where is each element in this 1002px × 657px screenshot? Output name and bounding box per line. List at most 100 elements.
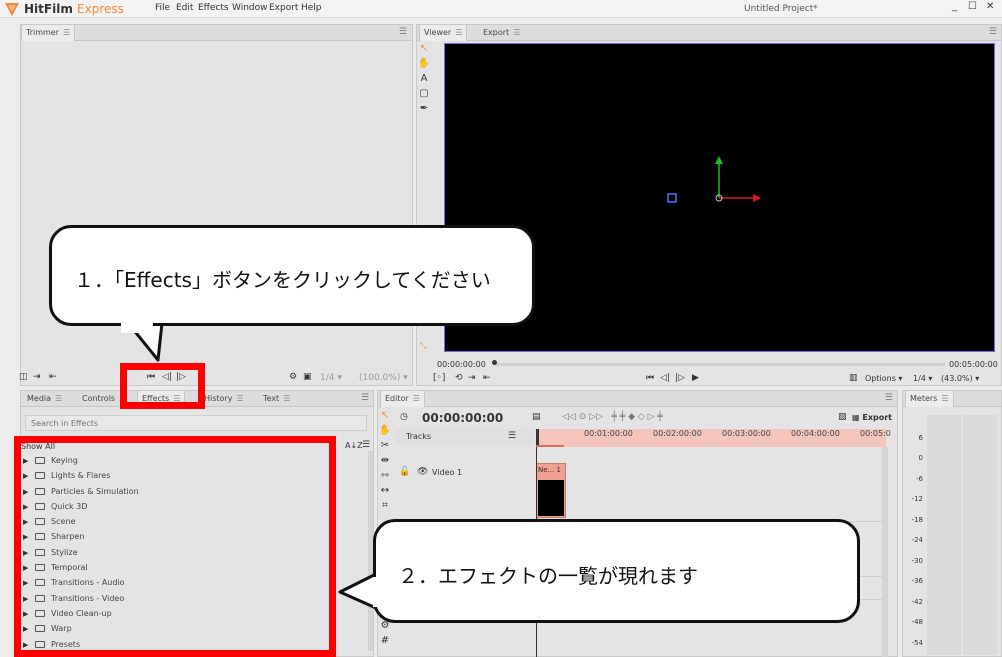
panel-menu-icon[interactable]: ☰: [361, 393, 369, 403]
text-tool-icon[interactable]: A: [417, 72, 431, 86]
list-view-icon[interactable]: ☰: [362, 440, 370, 450]
tab-controls-label: Controls: [82, 394, 116, 403]
render-icon[interactable]: ▧: [838, 412, 847, 422]
tab-history[interactable]: History ☰: [200, 391, 248, 407]
trimmer-set-in-icon[interactable]: ◫: [19, 372, 28, 382]
editor-transport-icons[interactable]: ◁◁ ⊙ ▷▷ ╪ ╪ ◆ ◇ ▷ ╪: [562, 412, 663, 422]
roll-tool-icon[interactable]: ↔: [378, 484, 392, 498]
viewer-overlay-icon[interactable]: ⇤: [483, 373, 491, 383]
menu-help[interactable]: Help: [301, 3, 322, 13]
viewer-options-label: Options: [865, 374, 896, 383]
panel-menu-icon[interactable]: ☰: [885, 393, 893, 403]
ruler-label: 00:03:00:00: [722, 429, 771, 438]
viewer-skip-start-icon[interactable]: ⏮: [646, 373, 654, 383]
mask-tool-icon[interactable]: ▢: [417, 87, 431, 101]
tab-menu-icon[interactable]: ☰: [455, 28, 462, 37]
tracks-header: Tracks ☰: [396, 429, 534, 445]
panel-menu-icon[interactable]: ☰: [989, 27, 997, 37]
tab-trimmer[interactable]: Trimmer ☰: [21, 25, 76, 41]
hand-tool-icon[interactable]: ✋: [378, 424, 392, 438]
video-clip[interactable]: Ne... 1: [536, 463, 566, 518]
tab-editor-label: Editor: [385, 394, 409, 403]
tab-menu-icon[interactable]: ☰: [63, 28, 70, 37]
tracks-menu-icon[interactable]: ☰: [508, 431, 516, 441]
tab-menu-icon[interactable]: ☰: [941, 394, 948, 403]
editor-export-button[interactable]: ▦ Export: [852, 413, 892, 422]
trimmer-percent[interactable]: (100.0%) ▾: [359, 373, 408, 383]
viewer-options-dropdown[interactable]: Options ▾: [865, 374, 902, 383]
viewer-step-forward-icon[interactable]: |▷: [675, 373, 685, 383]
tab-text[interactable]: Text ☰: [259, 391, 294, 407]
tab-editor[interactable]: Editor ☰: [380, 391, 425, 407]
editor-scrollbar[interactable]: [882, 447, 888, 657]
hand-tool-icon[interactable]: ✋: [417, 57, 431, 71]
ruler-label: 00:04:00:00: [791, 429, 840, 438]
new-sequence-icon[interactable]: ▤: [532, 412, 541, 422]
slip-tool-icon[interactable]: ⇹: [378, 454, 392, 468]
menu-window[interactable]: Window: [232, 3, 268, 13]
viewer-play-icon[interactable]: ▶: [692, 373, 699, 383]
tab-viewer[interactable]: Viewer ☰: [419, 25, 468, 41]
trimmer-zoom[interactable]: 1/4 ▾: [320, 373, 342, 383]
app-name-text: HitFilm: [24, 2, 73, 16]
razor-tool-icon[interactable]: ✂: [378, 439, 392, 453]
tab-menu-icon[interactable]: ☰: [513, 28, 520, 37]
viewer-export-frame-icon[interactable]: ⇥: [468, 373, 476, 383]
effects-search-input[interactable]: [25, 415, 367, 431]
viewer-tabbar: Viewer ☰ Export ☰ ☰: [417, 25, 1001, 41]
tab-menu-icon[interactable]: ☰: [413, 394, 420, 403]
viewer-step-back-icon[interactable]: ◁|: [660, 373, 670, 383]
visibility-eye-icon[interactable]: 👁: [417, 467, 428, 477]
pen-tool-icon[interactable]: ✒: [417, 102, 431, 116]
menu-export[interactable]: Export: [269, 3, 298, 13]
lock-icon[interactable]: 🔓: [399, 467, 410, 477]
sort-icon[interactable]: A↓Z: [345, 441, 363, 450]
tab-menu-icon[interactable]: ☰: [283, 394, 290, 403]
trimmer-settings-icon[interactable]: ⚙: [289, 372, 297, 382]
tab-media[interactable]: Media ☰: [23, 391, 66, 407]
viewer-panel: Viewer ☰ Export ☰ ☰ ↖ ✋ A ▢ ✒ ⤡ 00:00:00:0…: [416, 24, 1002, 386]
viewer-mode-icon[interactable]: ▥: [849, 373, 858, 383]
viewer-zoom-dropdown[interactable]: 1/4 ▾: [913, 374, 932, 383]
viewer-snapshot-icon[interactable]: [◦]: [433, 373, 445, 383]
maximize-icon[interactable]: ☐: [968, 1, 977, 12]
editor-tabbar: Editor ☰ ☰: [378, 391, 897, 407]
editor-export-label: Export: [862, 413, 892, 422]
ruler-label: 00:01:00:00: [584, 429, 633, 438]
tab-viewer-label: Viewer: [424, 28, 452, 37]
menu-file[interactable]: File: [155, 3, 170, 13]
viewer-percent-dropdown[interactable]: (43.0%) ▾: [941, 374, 979, 383]
slide-tool-icon[interactable]: ⇿: [378, 469, 392, 483]
clip-thumbnail: [538, 480, 564, 516]
panel-menu-icon[interactable]: ☰: [399, 27, 407, 37]
viewer-loop-icon[interactable]: ⟲: [455, 373, 463, 383]
tab-menu-icon[interactable]: ☰: [55, 394, 62, 403]
viewer-zoom-value: 1/4: [913, 374, 926, 383]
trimmer-percent-value: (100.0%): [359, 373, 401, 383]
tab-meters[interactable]: Meters ☰: [905, 391, 954, 407]
trimmer-insert-icon[interactable]: ⇥: [33, 372, 41, 382]
timeline-ruler[interactable]: 00:01:00:00 00:02:00:00 00:03:00:00 00:0…: [536, 429, 891, 447]
callout-1-tail-joint: [121, 323, 153, 333]
viewer-scrub-bar[interactable]: [495, 363, 945, 366]
work-area-bar[interactable]: [536, 445, 564, 447]
tab-menu-icon[interactable]: ☰: [236, 394, 243, 403]
tab-export[interactable]: Export ☰: [479, 25, 524, 41]
hitfilm-logo-icon: [5, 3, 19, 16]
meter-scale-label: -30: [911, 557, 923, 565]
select-tool-icon[interactable]: ↖: [417, 42, 431, 56]
trimmer-overlay-icon[interactable]: ⇤: [49, 372, 57, 382]
tab-export-label: Export: [483, 28, 510, 37]
grid-tool-icon[interactable]: #: [378, 634, 392, 648]
snap-tool-icon[interactable]: ⌗: [378, 499, 392, 513]
select-tool-icon[interactable]: ↖: [378, 409, 392, 423]
menu-edit[interactable]: Edit: [176, 3, 193, 13]
minimize-icon[interactable]: _: [952, 1, 957, 12]
trimmer-view-icon[interactable]: ▣: [303, 372, 312, 382]
menu-effects[interactable]: Effects: [198, 3, 229, 13]
viewer-playhead[interactable]: [492, 360, 497, 365]
meter-scale-label: -12: [911, 495, 923, 503]
meter-scale-label: -18: [911, 516, 923, 524]
resize-handle-icon[interactable]: ⤡: [420, 341, 430, 351]
close-icon[interactable]: ✕: [986, 1, 994, 12]
